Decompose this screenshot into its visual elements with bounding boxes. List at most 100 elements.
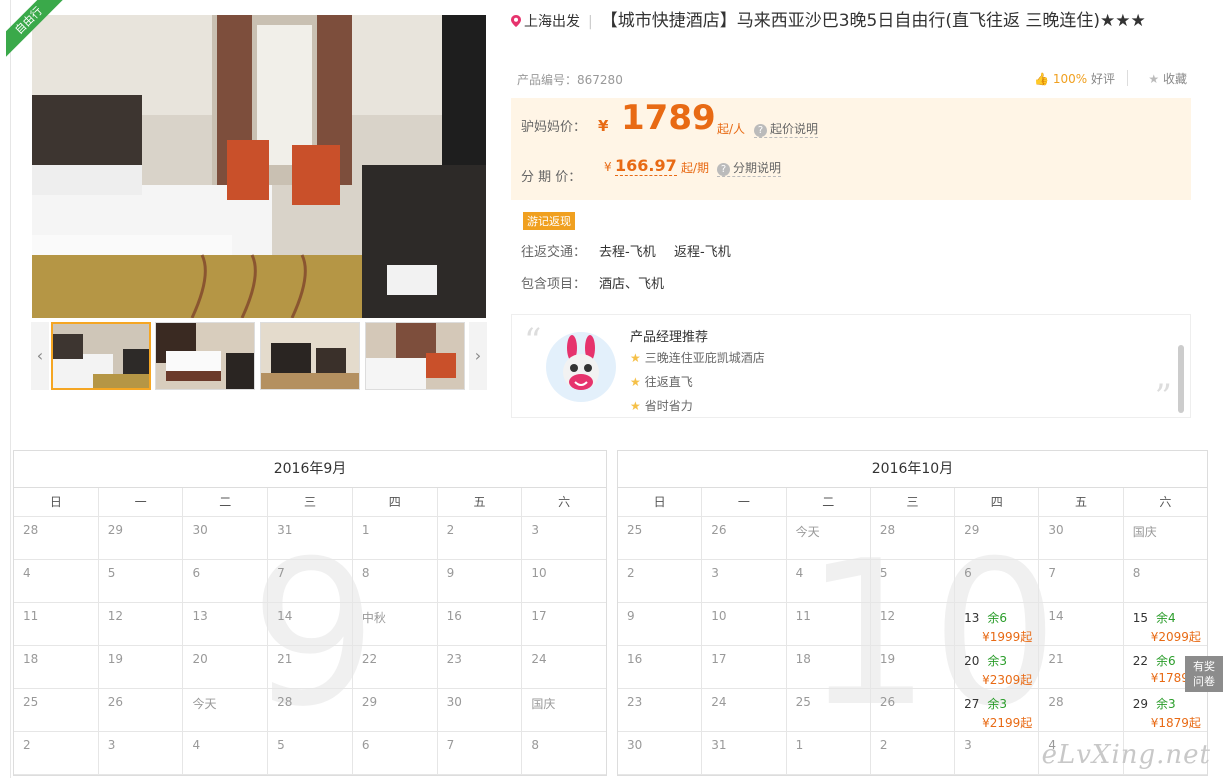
- calendar-day-available[interactable]: 13 余6 ¥1999起: [955, 603, 1040, 645]
- weekday-label: 日: [14, 488, 99, 516]
- day-number: 25: [23, 695, 39, 709]
- calendar-day: 7: [1039, 560, 1124, 602]
- day-number: 3: [531, 523, 539, 537]
- calendar-day-available[interactable]: 15 余4 ¥2099起: [1124, 603, 1207, 645]
- calendar-day: 23: [618, 689, 703, 731]
- thumbnail-3[interactable]: [260, 322, 360, 390]
- day-number: 12: [107, 609, 123, 623]
- recommend-item: ★ 往返直飞: [630, 373, 693, 390]
- calendar-day-available[interactable]: 27 余3 ¥2199起: [955, 689, 1040, 731]
- thumbnail-image: [53, 324, 149, 388]
- calendar-day: 2: [871, 732, 956, 774]
- calendar-day: 8: [353, 560, 438, 602]
- calendar-day: 21: [268, 646, 353, 688]
- day-number: 8: [531, 738, 539, 752]
- recommend-item: ★ 省时省力: [630, 397, 693, 414]
- calendar-day: 7: [438, 732, 523, 774]
- calendar-day: 8: [522, 732, 606, 774]
- thumb-next-arrow[interactable]: ›: [469, 322, 487, 390]
- favorite-label: 收藏: [1162, 72, 1187, 86]
- installment-note-link[interactable]: ? 分期说明: [717, 159, 782, 177]
- day-number: 29: [964, 523, 980, 537]
- rating-percent: 100%: [1052, 72, 1088, 86]
- day-number: 27: [964, 697, 980, 711]
- day-number: 16: [627, 652, 643, 666]
- calendar-day: 17: [702, 646, 787, 688]
- day-price: ¥2309起: [982, 673, 1033, 687]
- survey-label-line-2: 问卷: [1193, 675, 1215, 688]
- day-number: 9: [446, 566, 455, 580]
- day-price: ¥2199起: [982, 716, 1033, 730]
- weekday-label: 五: [1039, 488, 1124, 516]
- calendar-day: 6: [955, 560, 1040, 602]
- calendar-day: 4: [183, 732, 269, 774]
- mascot-avatar: [546, 332, 616, 402]
- recommend-title: 产品经理推荐: [630, 330, 709, 345]
- day-number: 26: [879, 695, 896, 709]
- calendar-day: 30: [1039, 517, 1124, 559]
- weekday-label: 日: [618, 488, 703, 516]
- day-number: 30: [446, 695, 462, 709]
- calendar-day: 国庆: [522, 689, 606, 731]
- star-icon: ★: [1148, 72, 1160, 86]
- stock-remaining: 余3: [987, 654, 1008, 668]
- calendar-day: 2: [438, 517, 523, 559]
- close-quote-icon: ”: [1154, 377, 1172, 417]
- day-number: 17: [531, 609, 547, 623]
- site-watermark: eLvXing.net: [1041, 740, 1211, 770]
- day-number: 20: [964, 654, 980, 668]
- donkey-mascot-icon: [563, 335, 599, 390]
- calendar-day: 30: [438, 689, 523, 731]
- day-number: 26: [107, 695, 123, 709]
- weekday-label: 三: [871, 488, 956, 516]
- scrollbar[interactable]: [1178, 345, 1184, 413]
- calendar-day: 9: [618, 603, 703, 645]
- calendar-day: 今天: [183, 689, 269, 731]
- day-number: 28: [1048, 695, 1064, 709]
- installment-amount[interactable]: 166.97: [615, 156, 677, 176]
- day-number: 10: [711, 609, 727, 623]
- calendar-day: 5: [871, 560, 956, 602]
- price-note-link[interactable]: ? 起价说明: [754, 120, 819, 138]
- weekday-label: 五: [438, 488, 523, 516]
- weekday-label: 一: [99, 488, 184, 516]
- day-number: 今天: [795, 525, 820, 539]
- day-number: 10: [531, 566, 547, 580]
- day-number: 3: [964, 738, 972, 752]
- day-number: 3: [107, 738, 116, 752]
- day-number: 22: [361, 652, 378, 666]
- day-number: 30: [1048, 523, 1064, 537]
- recommend-item-text: 往返直飞: [644, 375, 693, 389]
- calendar-day: 8: [1124, 560, 1207, 602]
- thumbnail-1[interactable]: [51, 322, 151, 390]
- calendar-day: 26: [702, 517, 787, 559]
- ribbon-wrap: 自由行: [6, 0, 66, 60]
- calendar-day: 13: [183, 603, 269, 645]
- rating[interactable]: 👍 100% 好评: [1034, 70, 1115, 87]
- promo-tag: 游记返现: [523, 212, 575, 230]
- calendar-day-available[interactable]: 20 余3 ¥2309起: [955, 646, 1040, 688]
- day-number: 5: [107, 566, 116, 580]
- thumbnail-4[interactable]: [365, 322, 465, 390]
- calendar-day: 3: [522, 517, 606, 559]
- day-number: 11: [23, 609, 39, 623]
- rating-label: 好评: [1090, 72, 1115, 86]
- calendar-day: 28: [1039, 689, 1124, 731]
- calendar-day: 28: [268, 689, 353, 731]
- day-number: 4: [795, 566, 804, 580]
- calendar-day-available[interactable]: 29 余3 ¥1879起: [1124, 689, 1207, 731]
- thumbnail-image: [156, 323, 254, 389]
- calendar-week-row: 23 24 25 26 27 余3 ¥2199起 28 29 余3 ¥1879起: [618, 689, 1207, 732]
- thumbnail-2[interactable]: [155, 322, 255, 390]
- calendar-day: 6: [353, 732, 438, 774]
- day-number: 国庆: [1132, 525, 1157, 539]
- recommend-item: ★ 三晚连住亚庇凯城酒店: [630, 349, 765, 366]
- survey-button[interactable]: 有奖 问卷: [1185, 656, 1223, 692]
- favorite-button[interactable]: ★ 收藏: [1148, 70, 1187, 87]
- thumb-prev-arrow[interactable]: ‹: [31, 322, 49, 390]
- product-title: 【城市快捷酒店】马来西亚沙巴3晚5日自由行(直飞往返 三晚连住)★★★: [600, 11, 1146, 31]
- calendar-day: 中秋: [353, 603, 438, 645]
- day-number: 1: [795, 738, 804, 752]
- hotel-room-photo: [32, 15, 486, 318]
- weekday-label: 六: [558, 495, 571, 509]
